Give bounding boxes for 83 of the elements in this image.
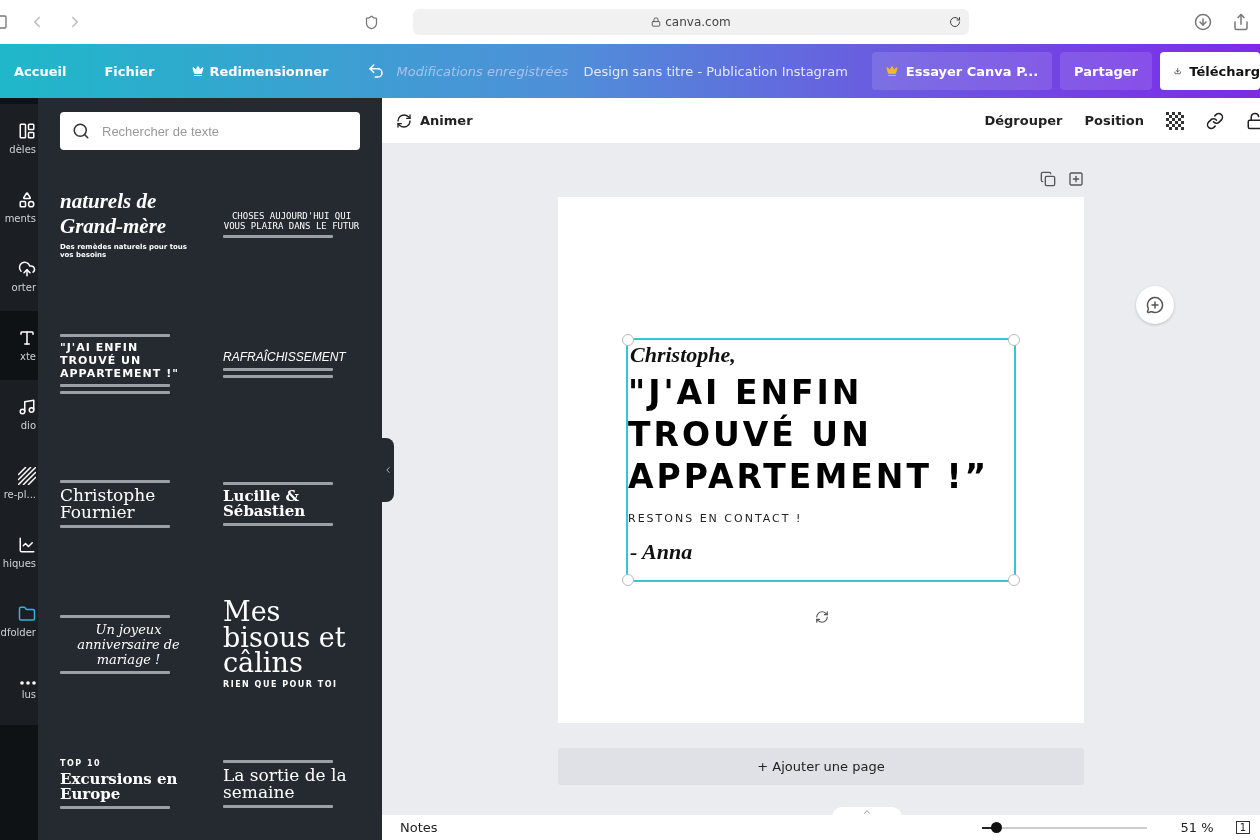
crown-icon (885, 65, 898, 77)
try-pro-button[interactable]: Essayer Canva P... (871, 52, 1053, 90)
chevron-left-icon (383, 465, 393, 475)
template-title: Lucille & Sébastien (223, 489, 307, 519)
upload-icon (18, 260, 36, 278)
chevron-up-icon (862, 807, 872, 817)
slider-thumb[interactable] (991, 821, 1003, 833)
greeting-text: Christophe, (630, 342, 737, 368)
more-icon (20, 681, 36, 685)
signature-text: - Anna (630, 539, 694, 565)
sidebar-item[interactable]: dio (0, 380, 38, 449)
text-template[interactable]: Mes bisous et câlins RIEN QUE POUR TOI (223, 574, 360, 714)
shapes-icon (18, 191, 36, 209)
lock-icon[interactable] (1246, 111, 1260, 130)
search-icon (72, 122, 90, 140)
template-title: "J'AI ENFIN TROUVÉ UN APPARTEMENT !" (60, 341, 180, 380)
text-template[interactable]: La sortie de la semaine (223, 714, 360, 840)
shield-icon (364, 14, 379, 30)
layout-icon (18, 122, 36, 140)
stripes-icon (18, 467, 36, 485)
rotate-handle-icon[interactable] (815, 610, 829, 624)
notes-label[interactable]: Notes (400, 820, 438, 835)
undo-icon[interactable] (366, 62, 385, 80)
sidebar-item[interactable]: dfolder (0, 587, 38, 656)
link-icon[interactable] (1206, 111, 1224, 130)
document-title: Design sans titre - Publication Instagram (583, 63, 848, 79)
sidebar-item[interactable]: ments (0, 173, 38, 242)
template-title: Un joyeux anniversaire de mariage ! (76, 621, 181, 667)
comment-button[interactable] (1136, 286, 1174, 324)
lock-icon (651, 17, 662, 27)
save-status: Modifications enregistrées (396, 63, 569, 79)
music-icon (18, 398, 36, 416)
quote-text: "J'AI ENFIN TROUVÉ UN APPARTEMENT !” (628, 372, 991, 498)
sidebar-item[interactable]: dèles (0, 104, 38, 173)
resize-handle[interactable] (1008, 334, 1020, 346)
sidebar-item[interactable]: re-pl... (0, 449, 38, 518)
crown-icon (192, 65, 205, 77)
animate-button[interactable]: Animer (396, 112, 473, 129)
text-template[interactable]: TOP 10 Excursions en Europe (60, 714, 197, 840)
download-button[interactable]: Télécharg (1160, 52, 1260, 90)
chart-icon (18, 536, 36, 554)
text-template[interactable]: Christophe Fournier (60, 434, 197, 574)
text-template[interactable]: "J'AI ENFIN TROUVÉ UN APPARTEMENT !" (60, 294, 197, 434)
text-template[interactable]: Un joyeux anniversaire de mariage ! (60, 574, 197, 714)
transparency-icon[interactable] (1166, 111, 1184, 130)
downloads-icon[interactable] (1194, 13, 1212, 31)
share-button[interactable]: Partager (1060, 52, 1152, 90)
resize-handle[interactable] (622, 334, 634, 346)
template-caption: TOP 10 (60, 759, 103, 768)
zoom-reading: 51 % (1180, 820, 1214, 835)
text-template[interactable]: Lucille & Sébastien (223, 434, 360, 574)
comment-icon (1146, 296, 1164, 314)
template-caption: RIEN QUE POUR TOI (223, 679, 339, 689)
animate-icon (396, 112, 412, 129)
sidebar-item[interactable]: hiques (0, 518, 38, 587)
template-title: Excursions en Europe (60, 772, 179, 802)
reload-icon[interactable] (949, 16, 961, 28)
sidebar-item[interactable]: lus (0, 656, 38, 725)
folder-icon (18, 605, 36, 623)
collapse-handle[interactable] (382, 438, 394, 502)
share-icon[interactable] (1232, 13, 1250, 31)
page-count[interactable]: 1 (1235, 821, 1250, 834)
resize-handle[interactable] (622, 574, 634, 586)
toolbar-button[interactable]: Position (1084, 113, 1144, 128)
template-title: RAFRAÎCHISSEMENT (223, 350, 348, 364)
add-page-button[interactable]: + Ajouter une page (558, 748, 1084, 785)
template-title: La sortie de la semaine (223, 767, 348, 801)
search-field[interactable]: Rechercher de texte (60, 112, 360, 150)
template-title: CHOSES AUJOURD'HUI QUI VOUS PLAIRA DANS LE FUTUR (223, 210, 360, 231)
text-template[interactable]: RAFRAÎCHISSEMENT (223, 294, 360, 434)
contact-text: RESTONS EN CONTACT ! (628, 512, 804, 525)
template-title: Mes bisous et câlins (223, 599, 347, 676)
template-title: Christophe Fournier (60, 487, 157, 521)
text-template[interactable]: CHOSES AUJOURD'HUI QUI VOUS PLAIRA DANS LE FUTUR (223, 154, 360, 294)
toolbar-button[interactable]: Dégrouper (984, 113, 1063, 128)
address-bar[interactable]: canva.com (413, 9, 969, 35)
resize-handle[interactable] (1008, 574, 1020, 586)
sidebar-item[interactable]: orter (0, 242, 38, 311)
add-page-icon[interactable] (1068, 171, 1084, 187)
text-icon (18, 329, 36, 347)
url-text: canva.com (665, 15, 731, 29)
template-title: naturels de Grand-mère (60, 189, 168, 239)
duplicate-page-icon[interactable] (1040, 171, 1056, 187)
